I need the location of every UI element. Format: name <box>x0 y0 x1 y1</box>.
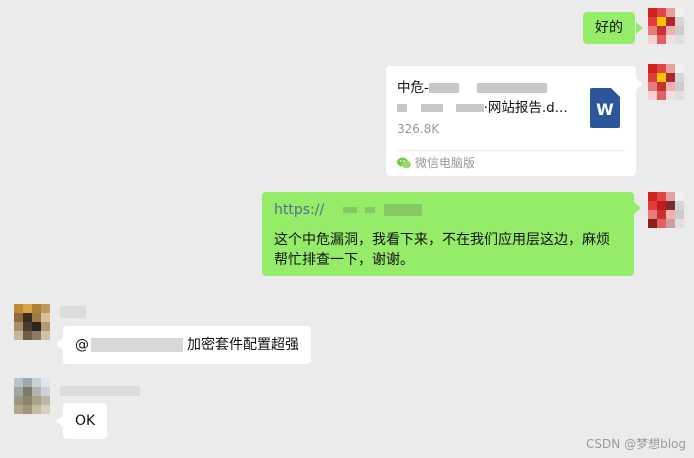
avatar-contact[interactable] <box>14 304 50 340</box>
redacted-text <box>477 83 548 93</box>
redacted-text <box>383 204 422 216</box>
message-text: 加密套件配置超强 <box>187 337 299 353</box>
avatar-self[interactable] <box>648 64 684 100</box>
bubble-tail <box>634 202 641 214</box>
message-text: OK <box>75 413 96 429</box>
message-link[interactable]: https:// <box>274 202 324 218</box>
file-message-card[interactable]: 中危- ·网站报告.d... W 326.8K 微信电脑版 <box>386 66 636 176</box>
message-text: 好的 <box>595 20 623 36</box>
bubble-tail <box>636 22 643 34</box>
redacted-text <box>365 207 376 213</box>
file-name: 中危- ·网站报告.d... <box>397 78 577 118</box>
contact-name-redacted <box>60 386 140 396</box>
redacted-text <box>91 338 183 352</box>
avatar-self[interactable] <box>648 192 684 228</box>
word-document-icon: W <box>590 88 620 128</box>
file-name-suffix: ·网站报告.d... <box>483 100 568 116</box>
bubble-tail <box>56 415 63 427</box>
redacted-text <box>455 104 484 112</box>
message-bubble-sent[interactable]: 好的 <box>583 12 635 44</box>
contact-name-redacted <box>60 306 86 318</box>
bubble-tail <box>636 78 643 90</box>
file-size: 326.8K <box>397 122 440 136</box>
bubble-tail <box>56 338 63 350</box>
redacted-text <box>397 104 407 112</box>
file-source: 微信电脑版 <box>397 155 475 171</box>
message-bubble-received[interactable]: @ 加密套件配置超强 <box>63 326 311 364</box>
mention-at: @ <box>75 337 89 353</box>
avatar-contact[interactable] <box>14 378 50 414</box>
watermark: CSDN @梦想blog <box>586 437 686 451</box>
message-text: 这个中危漏洞，我看下来，不在我们应用层这边，麻烦帮忙排查一下，谢谢。 <box>274 232 610 268</box>
file-source-label: 微信电脑版 <box>415 156 476 170</box>
redacted-text <box>342 207 357 213</box>
redacted-text <box>428 83 459 93</box>
divider <box>397 150 625 151</box>
avatar-self[interactable] <box>648 8 684 44</box>
wechat-icon <box>397 157 411 169</box>
redacted-text <box>421 104 444 112</box>
message-bubble-received[interactable]: OK <box>63 403 108 439</box>
link-row: https:// <box>274 200 622 220</box>
file-name-prefix: 中危- <box>397 80 429 96</box>
message-bubble-sent[interactable]: https:// 这个中危漏洞，我看下来，不在我们应用层这边，麻烦帮忙排查一下，… <box>262 192 634 276</box>
